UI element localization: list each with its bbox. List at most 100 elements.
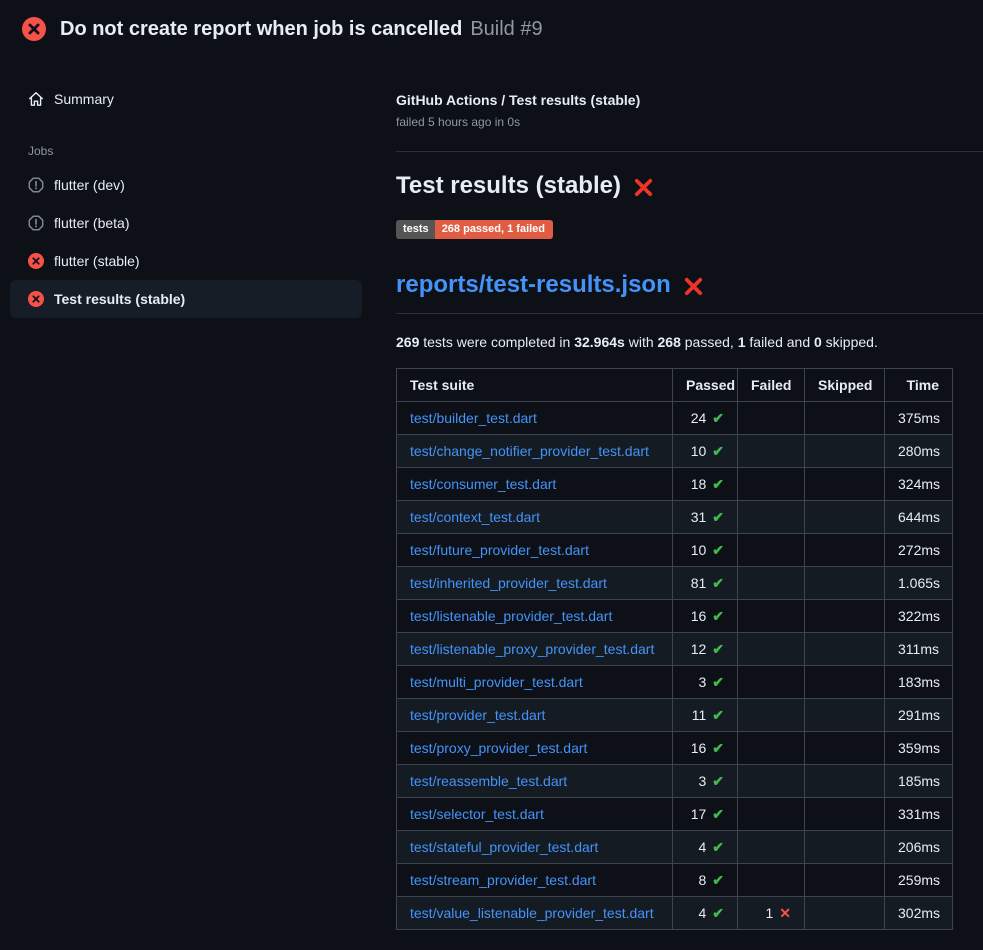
passed-count: 4 bbox=[698, 839, 706, 855]
breadcrumb: GitHub Actions / Test results (stable) bbox=[396, 92, 983, 108]
skipped-cell bbox=[805, 666, 885, 699]
sidebar-item-flutter-beta[interactable]: flutter (beta) bbox=[10, 204, 362, 242]
table-row: test/stateful_provider_test.dart 4 ✔ 206m… bbox=[397, 831, 953, 864]
check-icon: ✔ bbox=[712, 608, 724, 624]
time-cell: 272ms bbox=[885, 534, 953, 567]
time-cell: 291ms bbox=[885, 699, 953, 732]
page-title: Do not create report when job is cancell… bbox=[60, 18, 543, 41]
check-icon: ✔ bbox=[712, 575, 724, 591]
time-cell: 375ms bbox=[885, 402, 953, 435]
sidebar-item-flutter-dev[interactable]: flutter (dev) bbox=[10, 166, 362, 204]
passed-count: 24 bbox=[691, 410, 707, 426]
cross-icon: ✕ bbox=[779, 905, 791, 921]
suite-link[interactable]: test/provider_test.dart bbox=[410, 707, 545, 723]
test-summary-sentence: 269 tests were completed in 32.964s with… bbox=[396, 334, 983, 350]
sidebar-item-summary[interactable]: Summary bbox=[10, 80, 362, 118]
passed-count: 11 bbox=[692, 707, 707, 723]
suite-link[interactable]: test/inherited_provider_test.dart bbox=[410, 575, 607, 591]
skipped-cell bbox=[805, 897, 885, 930]
time-cell: 322ms bbox=[885, 600, 953, 633]
check-icon: ✔ bbox=[712, 476, 724, 492]
time-cell: 359ms bbox=[885, 732, 953, 765]
table-row: test/provider_test.dart 11✔ 291ms bbox=[397, 699, 953, 732]
report-title: reports/test-results.json bbox=[396, 271, 671, 299]
table-header-row: Test suite Passed Failed Skipped Time bbox=[397, 369, 953, 402]
summary-text: failed and bbox=[746, 334, 815, 350]
skipped-cell bbox=[805, 633, 885, 666]
time-cell: 206ms bbox=[885, 831, 953, 864]
table-row: test/value_listenable_provider_test.dart… bbox=[397, 897, 953, 930]
table-row: test/reassemble_test.dart 3✔ 185ms bbox=[397, 765, 953, 798]
results-table-body: test/builder_test.dart 24✔ 375ms test/ch… bbox=[397, 402, 953, 930]
passed-count: 10 bbox=[691, 542, 707, 558]
table-row: test/context_test.dart 31 ✔ 644ms bbox=[397, 501, 953, 534]
suite-link[interactable]: test/builder_test.dart bbox=[410, 410, 537, 426]
summary-text: skipped. bbox=[822, 334, 878, 350]
skipped-cell bbox=[805, 567, 885, 600]
table-row: test/inherited_provider_test.dart 81 ✔ 1.… bbox=[397, 567, 953, 600]
skipped-cell bbox=[805, 402, 885, 435]
suite-link[interactable]: test/change_notifier_provider_test.dart bbox=[410, 443, 649, 459]
column-header-skipped: Skipped bbox=[805, 369, 885, 402]
suite-link[interactable]: test/proxy_provider_test.dart bbox=[410, 740, 587, 756]
suite-link[interactable]: test/multi_provider_test.dart bbox=[410, 674, 583, 690]
table-row: test/change_notifier_provider_test.dart … bbox=[397, 435, 953, 468]
suite-link[interactable]: test/stream_provider_test.dart bbox=[410, 872, 596, 888]
section-heading: Test results (stable) bbox=[396, 172, 983, 200]
check-icon: ✔ bbox=[712, 509, 724, 525]
skipped-cell bbox=[805, 600, 885, 633]
table-row: test/future_provider_test.dart 10✔ 272ms bbox=[397, 534, 953, 567]
time-cell: 644ms bbox=[885, 501, 953, 534]
suite-link[interactable]: test/value_listenable_provider_test.dart bbox=[410, 905, 654, 921]
skipped-cell bbox=[805, 798, 885, 831]
time-cell: 331ms bbox=[885, 798, 953, 831]
summary-text: passed, bbox=[681, 334, 738, 350]
check-icon: ✔ bbox=[712, 839, 724, 855]
test-results-table: Test suite Passed Failed Skipped Time te… bbox=[396, 368, 953, 930]
table-row: test/selector_test.dart 17✔ 331ms bbox=[397, 798, 953, 831]
column-header-failed: Failed bbox=[738, 369, 805, 402]
skipped-cell bbox=[805, 864, 885, 897]
jobs-heading: Jobs bbox=[10, 144, 362, 158]
sidebar-item-label: flutter (beta) bbox=[54, 215, 129, 231]
table-row: test/proxy_provider_test.dart 16 ✔ 359ms bbox=[397, 732, 953, 765]
suite-link[interactable]: test/reassemble_test.dart bbox=[410, 773, 567, 789]
time-cell: 324ms bbox=[885, 468, 953, 501]
x-circle-icon bbox=[22, 17, 46, 41]
summary-text: tests were completed in bbox=[419, 334, 574, 350]
tests-status-badge[interactable]: tests 268 passed, 1 failed bbox=[396, 220, 553, 239]
sidebar-item-flutter-stable[interactable]: flutter (stable) bbox=[10, 242, 362, 280]
table-row: test/stream_provider_test.dart 8✔ 259ms bbox=[397, 864, 953, 897]
passed-count: 3 bbox=[698, 674, 706, 690]
passed-count: 12 bbox=[691, 641, 707, 657]
build-number: Build #9 bbox=[470, 18, 542, 40]
time-cell: 259ms bbox=[885, 864, 953, 897]
skipped-count: 0 bbox=[814, 334, 822, 350]
check-icon: ✔ bbox=[712, 740, 724, 756]
build-title-text: Do not create report when job is cancell… bbox=[60, 18, 462, 40]
table-row: test/builder_test.dart 24✔ 375ms bbox=[397, 402, 953, 435]
sidebar-item-test-results-stable[interactable]: Test results (stable) bbox=[10, 280, 362, 318]
suite-link[interactable]: test/listenable_provider_test.dart bbox=[410, 608, 612, 624]
passed-count: 31 bbox=[691, 509, 707, 525]
suite-link[interactable]: test/context_test.dart bbox=[410, 509, 540, 525]
failed-x-icon bbox=[683, 276, 704, 297]
passed-count: 17 bbox=[691, 806, 707, 822]
passed-count: 4 bbox=[698, 905, 706, 921]
suite-link[interactable]: test/stateful_provider_test.dart bbox=[410, 839, 598, 855]
badge-label: tests bbox=[396, 220, 435, 239]
skipped-cell bbox=[805, 765, 885, 798]
suite-link[interactable]: test/listenable_proxy_provider_test.dart bbox=[410, 641, 654, 657]
column-header-time: Time bbox=[885, 369, 953, 402]
sidebar-item-label: flutter (dev) bbox=[54, 177, 125, 193]
run-status-text: failed 5 hours ago in 0s bbox=[396, 115, 983, 129]
build-header: Do not create report when job is cancell… bbox=[0, 0, 983, 56]
suite-link[interactable]: test/future_provider_test.dart bbox=[410, 542, 589, 558]
check-icon: ✔ bbox=[712, 773, 724, 789]
suite-link[interactable]: test/selector_test.dart bbox=[410, 806, 544, 822]
passed-count: 16 bbox=[691, 740, 707, 756]
passed-count: 81 bbox=[691, 575, 707, 591]
time-cell: 1.065s bbox=[885, 567, 953, 600]
badge-value: 268 passed, 1 failed bbox=[435, 220, 553, 239]
suite-link[interactable]: test/consumer_test.dart bbox=[410, 476, 556, 492]
